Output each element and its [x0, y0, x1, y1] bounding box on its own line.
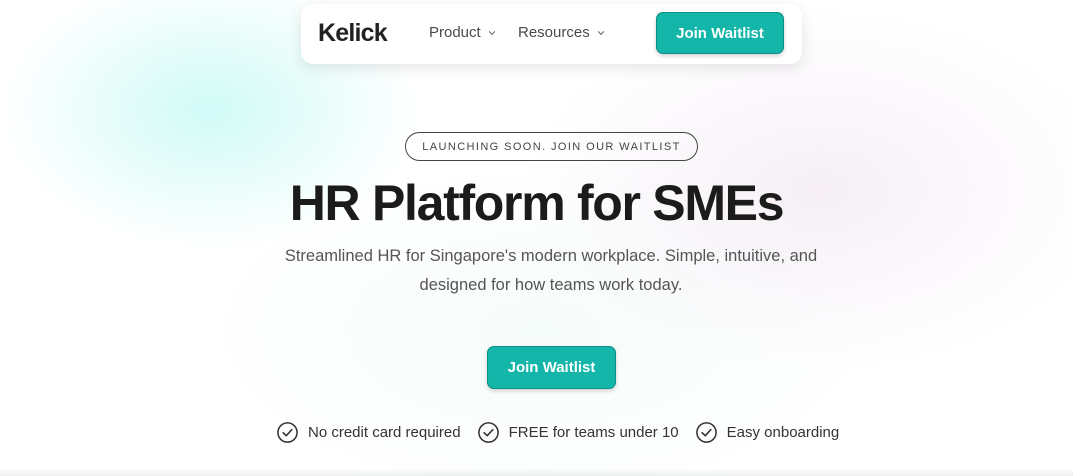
check-circle-icon	[477, 421, 499, 443]
feature-list: No credit card required FREE for teams u…	[276, 420, 855, 444]
launch-badge: LAUNCHING SOON. JOIN OUR WAITLIST	[405, 132, 698, 161]
nav-item-label: Resources	[518, 24, 590, 41]
hero-join-waitlist-button[interactable]: Join Waitlist	[487, 346, 616, 389]
feature-label: Easy onboarding	[726, 423, 840, 441]
feature-label: No credit card required	[308, 423, 461, 441]
feature-item: FREE for teams under 10	[477, 421, 679, 444]
logo[interactable]: Kelick	[318, 19, 388, 48]
nav-join-waitlist-button[interactable]: Join Waitlist	[656, 12, 784, 54]
nav-item-label: Product	[429, 24, 481, 41]
chevron-down-icon	[597, 30, 604, 35]
feature-item: No credit card required	[276, 421, 461, 444]
nav-item-resources[interactable]: Resources	[518, 24, 605, 41]
page-title: HR Platform for SMEs	[289, 175, 785, 231]
section-divider	[0, 468, 1073, 476]
chevron-down-icon	[488, 30, 495, 35]
check-circle-icon	[695, 421, 717, 443]
hero-subtext: Streamlined HR for Singapore's modern wo…	[284, 247, 818, 294]
feature-item: Easy onboarding	[695, 421, 840, 444]
navbar: Kelick Product Resources Join Waitlist	[301, 4, 802, 64]
page-background	[0, 0, 1073, 476]
check-circle-icon	[277, 421, 298, 443]
feature-label: FREE for teams under 10	[508, 423, 679, 441]
nav-item-product[interactable]: Product	[429, 24, 496, 41]
